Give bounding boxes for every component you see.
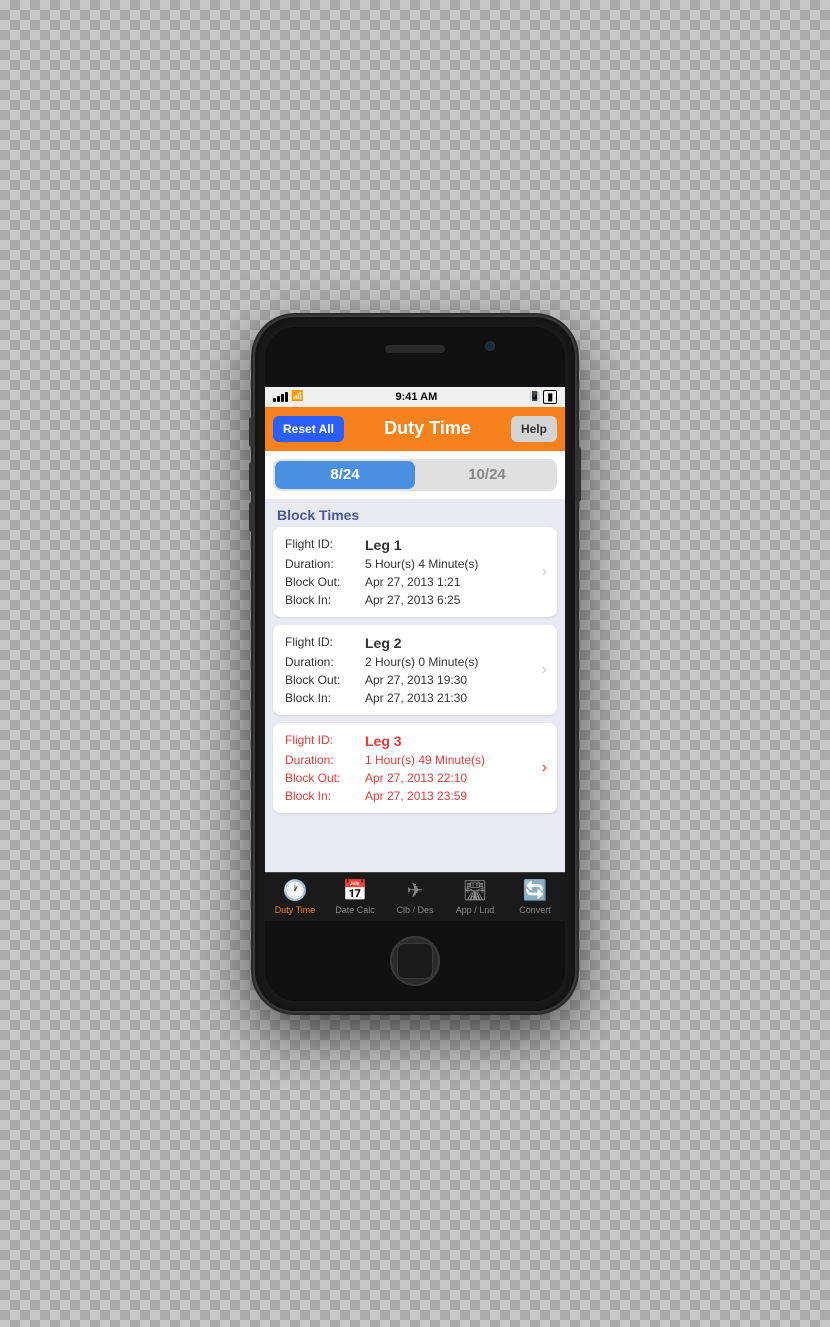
content-area: Block Times Flight ID: Leg 1 Duration: 5…	[265, 499, 565, 872]
duration-label-3: Duration:	[285, 753, 365, 767]
status-time: 9:41 AM	[395, 391, 437, 403]
block-in-value-2: Apr 27, 2013 21:30	[365, 691, 467, 705]
phone-device: 📶 9:41 AM 📳 ▮ Reset All Duty Time Help 8…	[255, 317, 575, 1011]
screen: 📶 9:41 AM 📳 ▮ Reset All Duty Time Help 8…	[265, 387, 565, 921]
tab-bar: 🕐 Duty Time 📅 Date Calc ✈ Clb / Des 🛣 Ap…	[265, 872, 565, 921]
tab-clb-des[interactable]: ✈ Clb / Des	[385, 874, 445, 919]
help-button[interactable]: Help	[511, 416, 557, 442]
flight-id-label-3: Flight ID:	[285, 733, 365, 749]
clock-icon: 🕐	[283, 878, 308, 903]
bluetooth-icon: 📳	[529, 391, 540, 402]
duration-value-2: 2 Hour(s) 0 Minute(s)	[365, 655, 478, 669]
bottom-bezel	[265, 921, 565, 1001]
segmented-control: 8/24 10/24	[273, 459, 557, 491]
segment-824[interactable]: 8/24	[275, 461, 415, 489]
flight-id-row-2: Flight ID: Leg 2	[285, 633, 545, 653]
block-in-row-1: Block In: Apr 27, 2013 6:25	[285, 591, 545, 609]
nav-bar: Reset All Duty Time Help	[265, 407, 565, 451]
speaker	[385, 345, 445, 353]
duration-row-2: Duration: 2 Hour(s) 0 Minute(s)	[285, 653, 545, 671]
signal-icon	[273, 392, 288, 402]
block-out-label-3: Block Out:	[285, 771, 365, 785]
reset-all-button[interactable]: Reset All	[273, 416, 344, 442]
block-in-row-2: Block In: Apr 27, 2013 21:30	[285, 689, 545, 707]
block-out-row-1: Block Out: Apr 27, 2013 1:21	[285, 573, 545, 591]
flight-card-1[interactable]: Flight ID: Leg 1 Duration: 5 Hour(s) 4 M…	[273, 527, 557, 617]
road-icon: 🛣	[462, 878, 487, 903]
block-out-row-2: Block Out: Apr 27, 2013 19:30	[285, 671, 545, 689]
tab-duty-time[interactable]: 🕐 Duty Time	[265, 874, 325, 919]
flight-id-label-2: Flight ID:	[285, 635, 365, 651]
duration-value-1: 5 Hour(s) 4 Minute(s)	[365, 557, 478, 571]
flight-id-value-1: Leg 1	[365, 537, 402, 553]
wifi-icon: 📶	[291, 391, 303, 402]
chevron-right-icon-1: ›	[542, 563, 547, 581]
duration-row-1: Duration: 5 Hour(s) 4 Minute(s)	[285, 555, 545, 573]
block-in-label-2: Block In:	[285, 691, 365, 705]
camera	[485, 341, 495, 351]
duration-label-2: Duration:	[285, 655, 365, 669]
flight-id-value-3: Leg 3	[365, 733, 402, 749]
block-out-value-2: Apr 27, 2013 19:30	[365, 673, 467, 687]
tab-date-calc-label: Date Calc	[335, 905, 375, 915]
status-left: 📶	[273, 391, 303, 402]
top-bezel	[265, 327, 565, 387]
status-right: 📳 ▮	[529, 390, 557, 404]
calculator-icon: 📅	[343, 878, 368, 903]
flight-id-row-1: Flight ID: Leg 1	[285, 535, 545, 555]
block-in-label-1: Block In:	[285, 593, 365, 607]
phone-screen-container: 📶 9:41 AM 📳 ▮ Reset All Duty Time Help 8…	[265, 327, 565, 1001]
home-button-inner	[397, 943, 433, 979]
block-out-label-2: Block Out:	[285, 673, 365, 687]
tab-clb-des-label: Clb / Des	[396, 905, 433, 915]
tab-duty-time-label: Duty Time	[275, 905, 316, 915]
flight-card-3[interactable]: Flight ID: Leg 3 Duration: 1 Hour(s) 49 …	[273, 723, 557, 813]
flight-card-2[interactable]: Flight ID: Leg 2 Duration: 2 Hour(s) 0 M…	[273, 625, 557, 715]
block-in-value-3: Apr 27, 2013 23:59	[365, 789, 467, 803]
tab-date-calc[interactable]: 📅 Date Calc	[325, 874, 385, 919]
segment-1024[interactable]: 10/24	[417, 459, 557, 491]
chevron-right-icon-2: ›	[542, 661, 547, 679]
block-times-header: Block Times	[265, 499, 565, 527]
flight-id-label-1: Flight ID:	[285, 537, 365, 553]
nav-title: Duty Time	[384, 418, 471, 439]
plane-icon: ✈	[407, 878, 424, 903]
tab-convert[interactable]: 🔄 Convert	[505, 874, 565, 919]
status-bar: 📶 9:41 AM 📳 ▮	[265, 387, 565, 407]
block-in-row-3: Block In: Apr 27, 2013 23:59	[285, 787, 545, 805]
block-out-value-1: Apr 27, 2013 1:21	[365, 575, 460, 589]
tab-app-lnd[interactable]: 🛣 App / Lnd	[445, 874, 505, 919]
home-button[interactable]	[390, 936, 440, 986]
duration-label-1: Duration:	[285, 557, 365, 571]
block-out-value-3: Apr 27, 2013 22:10	[365, 771, 467, 785]
block-out-label-1: Block Out:	[285, 575, 365, 589]
block-out-row-3: Block Out: Apr 27, 2013 22:10	[285, 769, 545, 787]
flight-id-row-3: Flight ID: Leg 3	[285, 731, 545, 751]
duration-row-3: Duration: 1 Hour(s) 49 Minute(s)	[285, 751, 545, 769]
flight-id-value-2: Leg 2	[365, 635, 402, 651]
tab-convert-label: Convert	[519, 905, 551, 915]
duration-value-3: 1 Hour(s) 49 Minute(s)	[365, 753, 485, 767]
tab-app-lnd-label: App / Lnd	[456, 905, 495, 915]
block-in-value-1: Apr 27, 2013 6:25	[365, 593, 460, 607]
block-in-label-3: Block In:	[285, 789, 365, 803]
convert-icon: 🔄	[523, 878, 548, 903]
battery-icon: ▮	[543, 390, 557, 404]
chevron-right-icon-3: ›	[542, 759, 547, 777]
